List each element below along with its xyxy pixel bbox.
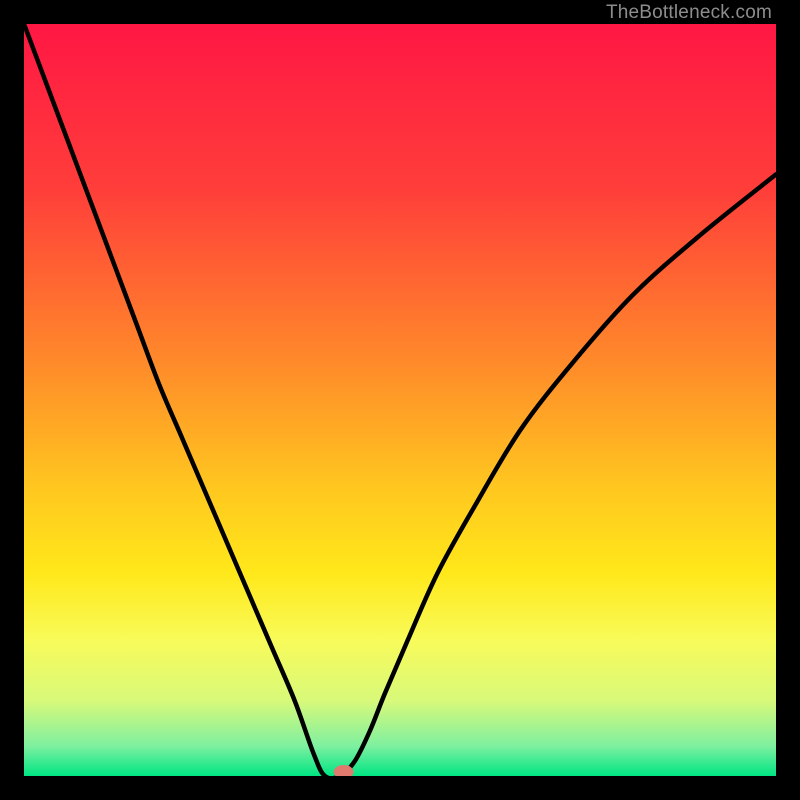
watermark-text: TheBottleneck.com [606, 2, 772, 24]
bottleneck-chart [24, 24, 776, 776]
chart-frame [24, 24, 776, 776]
